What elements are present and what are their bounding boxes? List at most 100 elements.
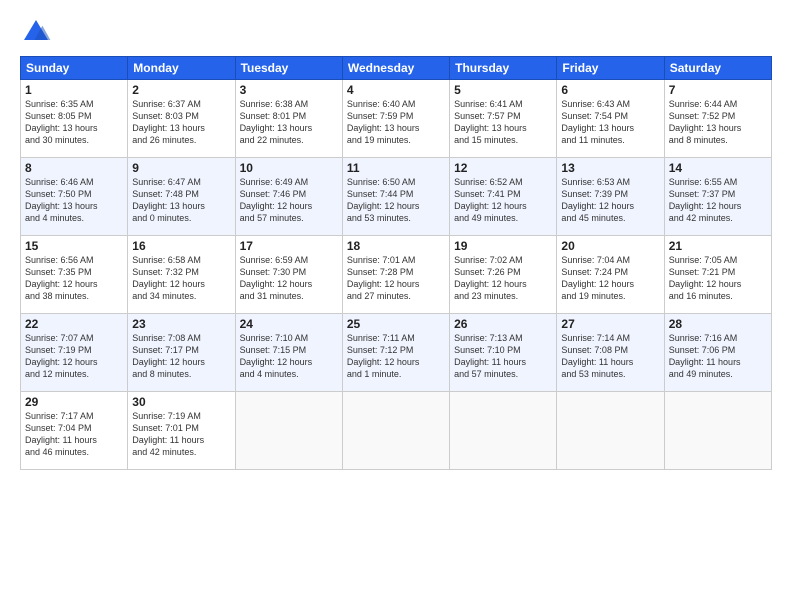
calendar-cell: 18Sunrise: 7:01 AMSunset: 7:28 PMDayligh… (342, 236, 449, 314)
day-number: 27 (561, 317, 659, 331)
cell-info: Sunrise: 6:52 AMSunset: 7:41 PMDaylight:… (454, 176, 552, 225)
calendar-cell (342, 392, 449, 470)
calendar-cell: 21Sunrise: 7:05 AMSunset: 7:21 PMDayligh… (664, 236, 771, 314)
cell-info: Sunrise: 7:05 AMSunset: 7:21 PMDaylight:… (669, 254, 767, 303)
day-number: 25 (347, 317, 445, 331)
weekday-header-monday: Monday (128, 57, 235, 80)
cell-info: Sunrise: 6:44 AMSunset: 7:52 PMDaylight:… (669, 98, 767, 147)
cell-info: Sunrise: 6:53 AMSunset: 7:39 PMDaylight:… (561, 176, 659, 225)
day-number: 21 (669, 239, 767, 253)
weekday-header-saturday: Saturday (664, 57, 771, 80)
calendar-cell: 11Sunrise: 6:50 AMSunset: 7:44 PMDayligh… (342, 158, 449, 236)
day-number: 9 (132, 161, 230, 175)
day-number: 5 (454, 83, 552, 97)
calendar-cell: 6Sunrise: 6:43 AMSunset: 7:54 PMDaylight… (557, 80, 664, 158)
cell-info: Sunrise: 6:37 AMSunset: 8:03 PMDaylight:… (132, 98, 230, 147)
cell-info: Sunrise: 7:04 AMSunset: 7:24 PMDaylight:… (561, 254, 659, 303)
calendar-cell: 25Sunrise: 7:11 AMSunset: 7:12 PMDayligh… (342, 314, 449, 392)
calendar-cell (235, 392, 342, 470)
weekday-header-tuesday: Tuesday (235, 57, 342, 80)
day-number: 16 (132, 239, 230, 253)
calendar-cell: 30Sunrise: 7:19 AMSunset: 7:01 PMDayligh… (128, 392, 235, 470)
day-number: 8 (25, 161, 123, 175)
day-number: 26 (454, 317, 552, 331)
calendar-cell: 3Sunrise: 6:38 AMSunset: 8:01 PMDaylight… (235, 80, 342, 158)
cell-info: Sunrise: 7:14 AMSunset: 7:08 PMDaylight:… (561, 332, 659, 381)
week-row-4: 22Sunrise: 7:07 AMSunset: 7:19 PMDayligh… (21, 314, 772, 392)
day-number: 6 (561, 83, 659, 97)
calendar-cell (557, 392, 664, 470)
day-number: 7 (669, 83, 767, 97)
cell-info: Sunrise: 7:07 AMSunset: 7:19 PMDaylight:… (25, 332, 123, 381)
week-row-1: 1Sunrise: 6:35 AMSunset: 8:05 PMDaylight… (21, 80, 772, 158)
cell-info: Sunrise: 7:17 AMSunset: 7:04 PMDaylight:… (25, 410, 123, 459)
header (20, 16, 772, 48)
calendar-cell (664, 392, 771, 470)
day-number: 23 (132, 317, 230, 331)
week-row-2: 8Sunrise: 6:46 AMSunset: 7:50 PMDaylight… (21, 158, 772, 236)
calendar-cell: 26Sunrise: 7:13 AMSunset: 7:10 PMDayligh… (450, 314, 557, 392)
week-row-5: 29Sunrise: 7:17 AMSunset: 7:04 PMDayligh… (21, 392, 772, 470)
calendar-cell: 28Sunrise: 7:16 AMSunset: 7:06 PMDayligh… (664, 314, 771, 392)
calendar-cell: 13Sunrise: 6:53 AMSunset: 7:39 PMDayligh… (557, 158, 664, 236)
day-number: 22 (25, 317, 123, 331)
calendar-cell: 29Sunrise: 7:17 AMSunset: 7:04 PMDayligh… (21, 392, 128, 470)
weekday-header-wednesday: Wednesday (342, 57, 449, 80)
day-number: 4 (347, 83, 445, 97)
cell-info: Sunrise: 7:19 AMSunset: 7:01 PMDaylight:… (132, 410, 230, 459)
cell-info: Sunrise: 6:43 AMSunset: 7:54 PMDaylight:… (561, 98, 659, 147)
page: SundayMondayTuesdayWednesdayThursdayFrid… (0, 0, 792, 612)
day-number: 1 (25, 83, 123, 97)
calendar-cell: 2Sunrise: 6:37 AMSunset: 8:03 PMDaylight… (128, 80, 235, 158)
day-number: 10 (240, 161, 338, 175)
day-number: 29 (25, 395, 123, 409)
day-number: 14 (669, 161, 767, 175)
calendar-cell: 16Sunrise: 6:58 AMSunset: 7:32 PMDayligh… (128, 236, 235, 314)
weekday-header-row: SundayMondayTuesdayWednesdayThursdayFrid… (21, 57, 772, 80)
cell-info: Sunrise: 6:55 AMSunset: 7:37 PMDaylight:… (669, 176, 767, 225)
cell-info: Sunrise: 6:59 AMSunset: 7:30 PMDaylight:… (240, 254, 338, 303)
calendar-cell: 20Sunrise: 7:04 AMSunset: 7:24 PMDayligh… (557, 236, 664, 314)
calendar-cell: 10Sunrise: 6:49 AMSunset: 7:46 PMDayligh… (235, 158, 342, 236)
day-number: 15 (25, 239, 123, 253)
weekday-header-thursday: Thursday (450, 57, 557, 80)
cell-info: Sunrise: 6:49 AMSunset: 7:46 PMDaylight:… (240, 176, 338, 225)
day-number: 2 (132, 83, 230, 97)
cell-info: Sunrise: 6:47 AMSunset: 7:48 PMDaylight:… (132, 176, 230, 225)
cell-info: Sunrise: 7:02 AMSunset: 7:26 PMDaylight:… (454, 254, 552, 303)
calendar-cell: 19Sunrise: 7:02 AMSunset: 7:26 PMDayligh… (450, 236, 557, 314)
calendar-cell: 15Sunrise: 6:56 AMSunset: 7:35 PMDayligh… (21, 236, 128, 314)
weekday-header-friday: Friday (557, 57, 664, 80)
day-number: 13 (561, 161, 659, 175)
calendar-cell: 12Sunrise: 6:52 AMSunset: 7:41 PMDayligh… (450, 158, 557, 236)
week-row-3: 15Sunrise: 6:56 AMSunset: 7:35 PMDayligh… (21, 236, 772, 314)
weekday-header-sunday: Sunday (21, 57, 128, 80)
day-number: 28 (669, 317, 767, 331)
cell-info: Sunrise: 6:56 AMSunset: 7:35 PMDaylight:… (25, 254, 123, 303)
calendar-cell: 14Sunrise: 6:55 AMSunset: 7:37 PMDayligh… (664, 158, 771, 236)
cell-info: Sunrise: 7:13 AMSunset: 7:10 PMDaylight:… (454, 332, 552, 381)
cell-info: Sunrise: 7:01 AMSunset: 7:28 PMDaylight:… (347, 254, 445, 303)
day-number: 18 (347, 239, 445, 253)
cell-info: Sunrise: 7:10 AMSunset: 7:15 PMDaylight:… (240, 332, 338, 381)
cell-info: Sunrise: 6:58 AMSunset: 7:32 PMDaylight:… (132, 254, 230, 303)
day-number: 19 (454, 239, 552, 253)
calendar-cell: 22Sunrise: 7:07 AMSunset: 7:19 PMDayligh… (21, 314, 128, 392)
day-number: 24 (240, 317, 338, 331)
calendar-cell: 1Sunrise: 6:35 AMSunset: 8:05 PMDaylight… (21, 80, 128, 158)
calendar-cell: 8Sunrise: 6:46 AMSunset: 7:50 PMDaylight… (21, 158, 128, 236)
calendar-cell (450, 392, 557, 470)
calendar-cell: 17Sunrise: 6:59 AMSunset: 7:30 PMDayligh… (235, 236, 342, 314)
cell-info: Sunrise: 7:08 AMSunset: 7:17 PMDaylight:… (132, 332, 230, 381)
cell-info: Sunrise: 6:35 AMSunset: 8:05 PMDaylight:… (25, 98, 123, 147)
day-number: 11 (347, 161, 445, 175)
cell-info: Sunrise: 6:38 AMSunset: 8:01 PMDaylight:… (240, 98, 338, 147)
cell-info: Sunrise: 6:40 AMSunset: 7:59 PMDaylight:… (347, 98, 445, 147)
calendar: SundayMondayTuesdayWednesdayThursdayFrid… (20, 56, 772, 470)
calendar-cell: 27Sunrise: 7:14 AMSunset: 7:08 PMDayligh… (557, 314, 664, 392)
day-number: 17 (240, 239, 338, 253)
cell-info: Sunrise: 6:50 AMSunset: 7:44 PMDaylight:… (347, 176, 445, 225)
cell-info: Sunrise: 7:11 AMSunset: 7:12 PMDaylight:… (347, 332, 445, 381)
calendar-cell: 5Sunrise: 6:41 AMSunset: 7:57 PMDaylight… (450, 80, 557, 158)
calendar-cell: 4Sunrise: 6:40 AMSunset: 7:59 PMDaylight… (342, 80, 449, 158)
